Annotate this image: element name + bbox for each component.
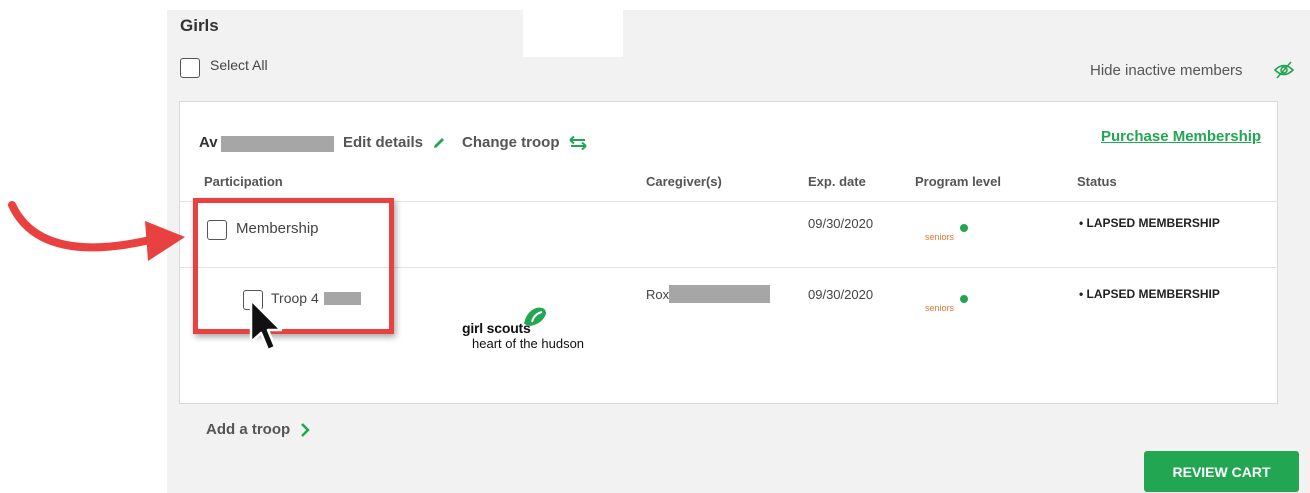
eye-slash-icon (1273, 61, 1295, 79)
blank-area (523, 10, 623, 57)
swap-arrows-icon (569, 135, 587, 151)
trefoil-icon (960, 295, 968, 303)
redacted-caregiver (669, 285, 770, 303)
highlight-box (193, 198, 394, 334)
hide-inactive-label: Hide inactive members (1090, 62, 1243, 79)
header-caregivers: Caregiver(s) (646, 174, 722, 189)
logo-text-girl-scouts: girl scouts (462, 320, 531, 336)
trefoil-icon (960, 224, 968, 232)
review-cart-button[interactable]: REVIEW CART (1144, 451, 1299, 492)
purchase-membership-link[interactable]: Purchase Membership (1101, 128, 1261, 145)
status-lapsed: • LAPSED MEMBERSHIP (1079, 216, 1220, 230)
hide-inactive-toggle[interactable]: Hide inactive members (1090, 61, 1295, 79)
member-name: Av (199, 134, 218, 151)
add-troop-link[interactable]: Add a troop (206, 421, 311, 438)
exp-date-cell: 09/30/2020 (808, 287, 874, 302)
edit-details-link[interactable]: Edit details (343, 134, 447, 151)
cursor-pointer-icon (249, 298, 283, 352)
add-troop-label: Add a troop (206, 421, 291, 438)
edit-details-label: Edit details (343, 134, 424, 151)
select-all-checkbox[interactable] (180, 58, 200, 78)
section-title: Girls (180, 16, 219, 35)
logo-text-council: heart of the hudson (472, 336, 585, 351)
chevron-right-icon (301, 423, 311, 437)
program-level-badge: seniors (925, 232, 955, 242)
header-exp-date: Exp. date (808, 174, 866, 189)
exp-date-cell: 09/30/2020 (808, 216, 874, 231)
change-troop-label: Change troop (462, 134, 560, 151)
change-troop-link[interactable]: Change troop (462, 134, 588, 151)
caregiver-cell: Rox (646, 287, 670, 302)
select-all-label: Select All (210, 57, 268, 73)
header-status: Status (1077, 174, 1117, 189)
redacted-name (221, 136, 334, 152)
status-lapsed: • LAPSED MEMBERSHIP (1079, 287, 1220, 301)
header-program-level: Program level (915, 174, 1001, 189)
curved-arrow-icon (8, 201, 185, 261)
program-level-badge: seniors (925, 303, 955, 313)
header-participation: Participation (204, 174, 283, 189)
pencil-icon (434, 138, 445, 149)
